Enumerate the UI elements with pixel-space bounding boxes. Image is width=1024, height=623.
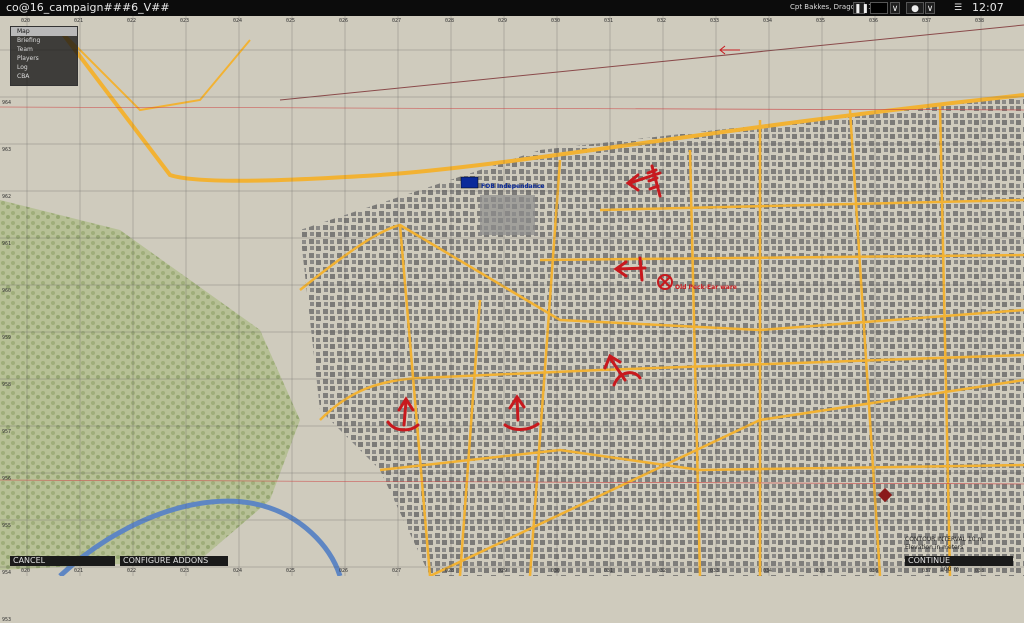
fob-flag-icon [460, 176, 479, 189]
ied-label: Old Peck-Ear ware [675, 284, 737, 291]
grid-x-label: 036 [869, 18, 879, 24]
menu-item-team[interactable]: Team [11, 45, 77, 54]
grid-x-label: 021 [74, 18, 84, 24]
grid-x-label: 023 [180, 18, 190, 24]
grid-x-label: 028 [445, 18, 455, 24]
grid-x-label: 034 [763, 18, 773, 24]
grid-x-label: 029 [498, 18, 508, 24]
marker-select[interactable]: ● [906, 2, 924, 14]
grid-x-label: 020 [21, 568, 31, 574]
grid-x-label: 036 [869, 568, 879, 574]
menu-item-cba[interactable]: CBA [11, 72, 77, 81]
cancel-button[interactable]: CANCEL [10, 556, 115, 566]
fob-label: FOB Independance [481, 183, 545, 190]
menu-item-briefing[interactable]: Briefing [11, 36, 77, 45]
game-clock: 12:07 [972, 1, 1004, 14]
grid-x-label: 027 [392, 18, 402, 24]
mission-title: co@16_campaign###6_V## [6, 1, 170, 14]
grid-x-label: 024 [233, 568, 243, 574]
grid-x-label: 038 [975, 18, 985, 24]
grid-x-label: 034 [763, 568, 773, 574]
grid-x-label: 022 [127, 568, 137, 574]
grid-y-label: 956 [2, 476, 12, 482]
grid-x-label: 020 [21, 18, 31, 24]
grid-y-label: 958 [2, 382, 12, 388]
grid-y-label: 963 [2, 147, 12, 153]
menu-item-players[interactable]: Players [11, 54, 77, 63]
grid-x-label: 025 [286, 18, 296, 24]
grid-x-label: 037 [922, 18, 932, 24]
grid-x-label: 030 [551, 18, 561, 24]
menu-item-map[interactable]: Map [11, 27, 77, 36]
grid-y-label: 960 [2, 288, 12, 294]
map-scale: 100 m [940, 566, 960, 573]
grid-x-label: 028 [445, 568, 455, 574]
color-select[interactable] [870, 2, 888, 14]
grid-x-label: 023 [180, 568, 190, 574]
layers-icon[interactable]: ☰ [952, 2, 964, 14]
grid-y-label: 955 [2, 523, 12, 529]
grid-x-label: 025 [286, 568, 296, 574]
diary-menu: Map Briefing Team Players Log CBA [10, 26, 78, 86]
chevron-down-icon[interactable]: ∨ [890, 2, 900, 14]
grid-y-label: 961 [2, 241, 12, 247]
grid-x-label: 038 [975, 568, 985, 574]
grid-y-label: 954 [2, 570, 12, 576]
grid-x-label: 022 [127, 18, 137, 24]
grid-x-label: 026 [339, 568, 349, 574]
grid-x-label: 037 [922, 568, 932, 574]
grid-x-label: 032 [657, 568, 667, 574]
grid-y-label: 964 [2, 100, 12, 106]
grid-x-label: 035 [816, 568, 826, 574]
pause-button[interactable]: ❚❚ [853, 2, 869, 14]
grid-x-label: 026 [339, 18, 349, 24]
continue-button[interactable]: CONTINUE [905, 556, 1013, 566]
grid-x-label: 030 [551, 568, 561, 574]
grid-y-label: 957 [2, 429, 12, 435]
grid-x-label: 021 [74, 568, 84, 574]
grid-x-label: 031 [604, 18, 614, 24]
contour-interval: CONTOUR INTERVAL 10 m [905, 536, 984, 543]
grid-x-label: 035 [816, 18, 826, 24]
grid-x-label: 024 [233, 18, 243, 24]
grid-x-label: 032 [657, 18, 667, 24]
top-bar: co@16_campaign###6_V## Cpt Bakkes, Drago… [0, 0, 1024, 16]
grid-y-label: 953 [2, 617, 12, 623]
elevation-note: Elevation in meters [905, 544, 964, 551]
fob-compound [480, 195, 535, 235]
grid-y-label: 962 [2, 194, 12, 200]
grid-x-label: 027 [392, 568, 402, 574]
grid-x-label: 033 [710, 18, 720, 24]
grid-x-label: 031 [604, 568, 614, 574]
grid-x-label: 029 [498, 568, 508, 574]
grid-x-label: 033 [710, 568, 720, 574]
configure-addons-button[interactable]: CONFIGURE ADDONS [120, 556, 228, 566]
menu-item-log[interactable]: Log [11, 63, 77, 72]
grid-y-label: 959 [2, 335, 12, 341]
tactical-map[interactable] [0, 0, 1024, 576]
chevron-down-icon[interactable]: ∨ [925, 2, 935, 14]
